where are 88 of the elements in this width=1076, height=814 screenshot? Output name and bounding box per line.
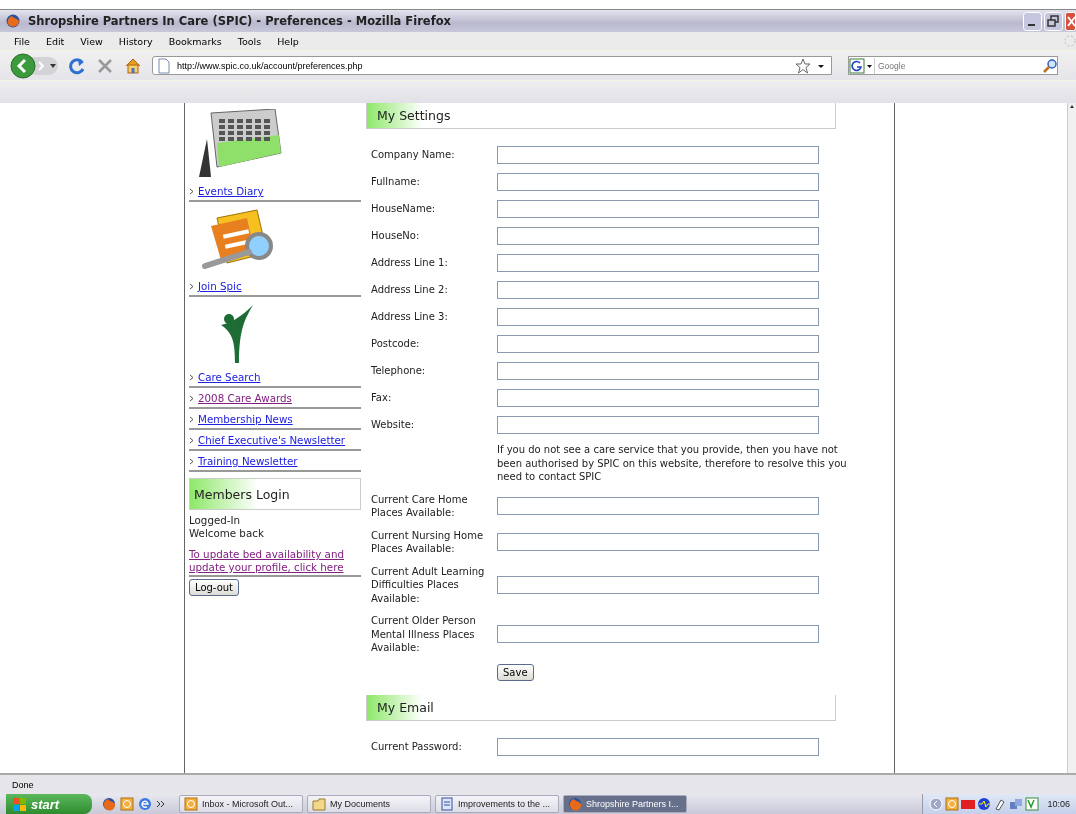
field-label: Current Older Person Mental Illness Places Available: xyxy=(371,614,477,655)
input-field[interactable] xyxy=(497,625,819,644)
taskbar-button[interactable]: Improvements to the ... xyxy=(435,795,559,813)
menu-item[interactable]: Help xyxy=(275,35,301,47)
pulse-icon[interactable] xyxy=(977,797,992,811)
taskbar-button[interactable]: Inbox - Microsoft Out... xyxy=(179,795,303,813)
input-field[interactable] xyxy=(497,281,819,299)
restore-button[interactable] xyxy=(1044,11,1063,31)
input-field[interactable] xyxy=(497,146,819,164)
save-button[interactable]: Save xyxy=(497,663,534,681)
input-field[interactable] xyxy=(497,416,819,434)
section-heading: My Email xyxy=(366,694,836,721)
search-field[interactable]: Google xyxy=(848,56,1058,75)
input-field[interactable] xyxy=(497,575,819,594)
field-label: Website: xyxy=(371,418,416,432)
antivirus-icon[interactable] xyxy=(1025,797,1040,811)
input-field[interactable] xyxy=(497,533,819,551)
search-icon[interactable] xyxy=(1043,58,1057,73)
page-icon xyxy=(157,57,171,74)
stop-icon[interactable] xyxy=(96,56,114,75)
star-icon[interactable] xyxy=(795,57,811,74)
sidebar-link[interactable]: 2008 Care Awards xyxy=(198,392,292,404)
status-text: Done xyxy=(12,779,34,790)
sidebar-link[interactable]: Join Spic xyxy=(198,280,242,292)
taskbar-button[interactable]: My Documents xyxy=(307,795,431,813)
folder-icon xyxy=(312,797,326,811)
sidebar-link[interactable]: Chief Executive's Newsletter xyxy=(198,434,346,446)
browser-icon[interactable] xyxy=(138,797,152,811)
field-label: Company Name: xyxy=(371,148,456,162)
home-icon[interactable] xyxy=(124,56,142,75)
logout-button[interactable]: Log-out xyxy=(189,579,240,596)
input-field[interactable] xyxy=(497,497,819,515)
sidebar-link[interactable]: Care Search xyxy=(198,371,261,383)
login-status: Logged-In xyxy=(189,514,242,527)
input-field[interactable] xyxy=(497,389,819,407)
throbber-icon xyxy=(1064,35,1076,47)
members-login-heading: Members Login xyxy=(189,478,361,510)
menu-item[interactable]: File xyxy=(12,35,32,47)
input-field[interactable] xyxy=(497,308,819,326)
mail-icon[interactable] xyxy=(945,797,960,811)
minimize-button[interactable] xyxy=(1023,11,1042,31)
field-label: HouseNo: xyxy=(371,229,421,243)
mail-icon xyxy=(184,797,198,811)
info-text: If you do not see a care service that you provide, then you have not been authorised by SPIC on this website, therefore to resolve this you need to contact SPIC xyxy=(497,443,847,484)
address-bar[interactable]: http://www.spic.co.uk/account/preferences.php xyxy=(152,56,832,75)
field-label: Telephone: xyxy=(371,364,427,378)
menu-item[interactable]: View xyxy=(78,35,105,47)
field-label: Fax: xyxy=(371,391,393,405)
field-label: Address Line 2: xyxy=(371,283,449,297)
input-field[interactable] xyxy=(497,227,819,245)
taskbar-button[interactable]: Shropshire Partners I... xyxy=(563,795,687,813)
close-button[interactable] xyxy=(1065,11,1076,31)
field-label: Current Password: xyxy=(371,739,463,754)
tray-expand-icon[interactable] xyxy=(929,797,944,811)
input-field[interactable] xyxy=(497,173,819,191)
sidebar-link[interactable]: Training Newsletter xyxy=(198,455,298,467)
scrollbar[interactable] xyxy=(1067,103,1076,774)
network-icon[interactable] xyxy=(1009,797,1024,811)
menu-item[interactable]: History xyxy=(116,35,155,47)
welcome-text: Welcome back xyxy=(189,527,265,540)
field-label: Current Nursing Home Places Available: xyxy=(371,528,485,556)
back-forward-buttons-icon[interactable] xyxy=(10,51,58,80)
reload-icon[interactable] xyxy=(68,56,86,75)
field-label: Current Adult Learning Difficulties Places Available: xyxy=(371,564,486,605)
field-label: Postcode: xyxy=(371,337,421,351)
update-profile-link[interactable]: To update bed availability and update your profile, click here xyxy=(189,548,361,577)
field-label: Current Care Home Places Available: xyxy=(371,492,469,520)
sidebar-link[interactable]: Events Diary xyxy=(198,185,264,197)
field-label: HouseName: xyxy=(371,202,437,216)
menu-item[interactable]: Bookmarks xyxy=(166,35,224,47)
window-title: Shropshire Partners In Care (SPIC) - Preferences - Mozilla Firefox xyxy=(28,14,451,28)
browser-icon xyxy=(568,797,582,811)
section-heading: My Settings xyxy=(366,103,836,129)
input-field[interactable] xyxy=(497,737,819,756)
field-label: Address Line 1: xyxy=(371,256,449,270)
windows-logo-icon xyxy=(12,796,27,812)
input-field[interactable] xyxy=(497,335,819,353)
chevron-icon[interactable] xyxy=(156,799,165,809)
menu-item[interactable]: Tools xyxy=(235,35,264,47)
input-field[interactable] xyxy=(497,362,819,380)
field-label: Fullname: xyxy=(371,175,421,189)
input-field[interactable] xyxy=(497,254,819,272)
input-field[interactable] xyxy=(497,200,819,218)
menu-item[interactable]: Edit xyxy=(43,35,67,47)
field-label: Address Line 3: xyxy=(371,310,449,324)
document-icon xyxy=(440,797,454,811)
clock: 10:06 xyxy=(1047,799,1070,809)
sidebar-link[interactable]: Membership News xyxy=(198,413,293,425)
